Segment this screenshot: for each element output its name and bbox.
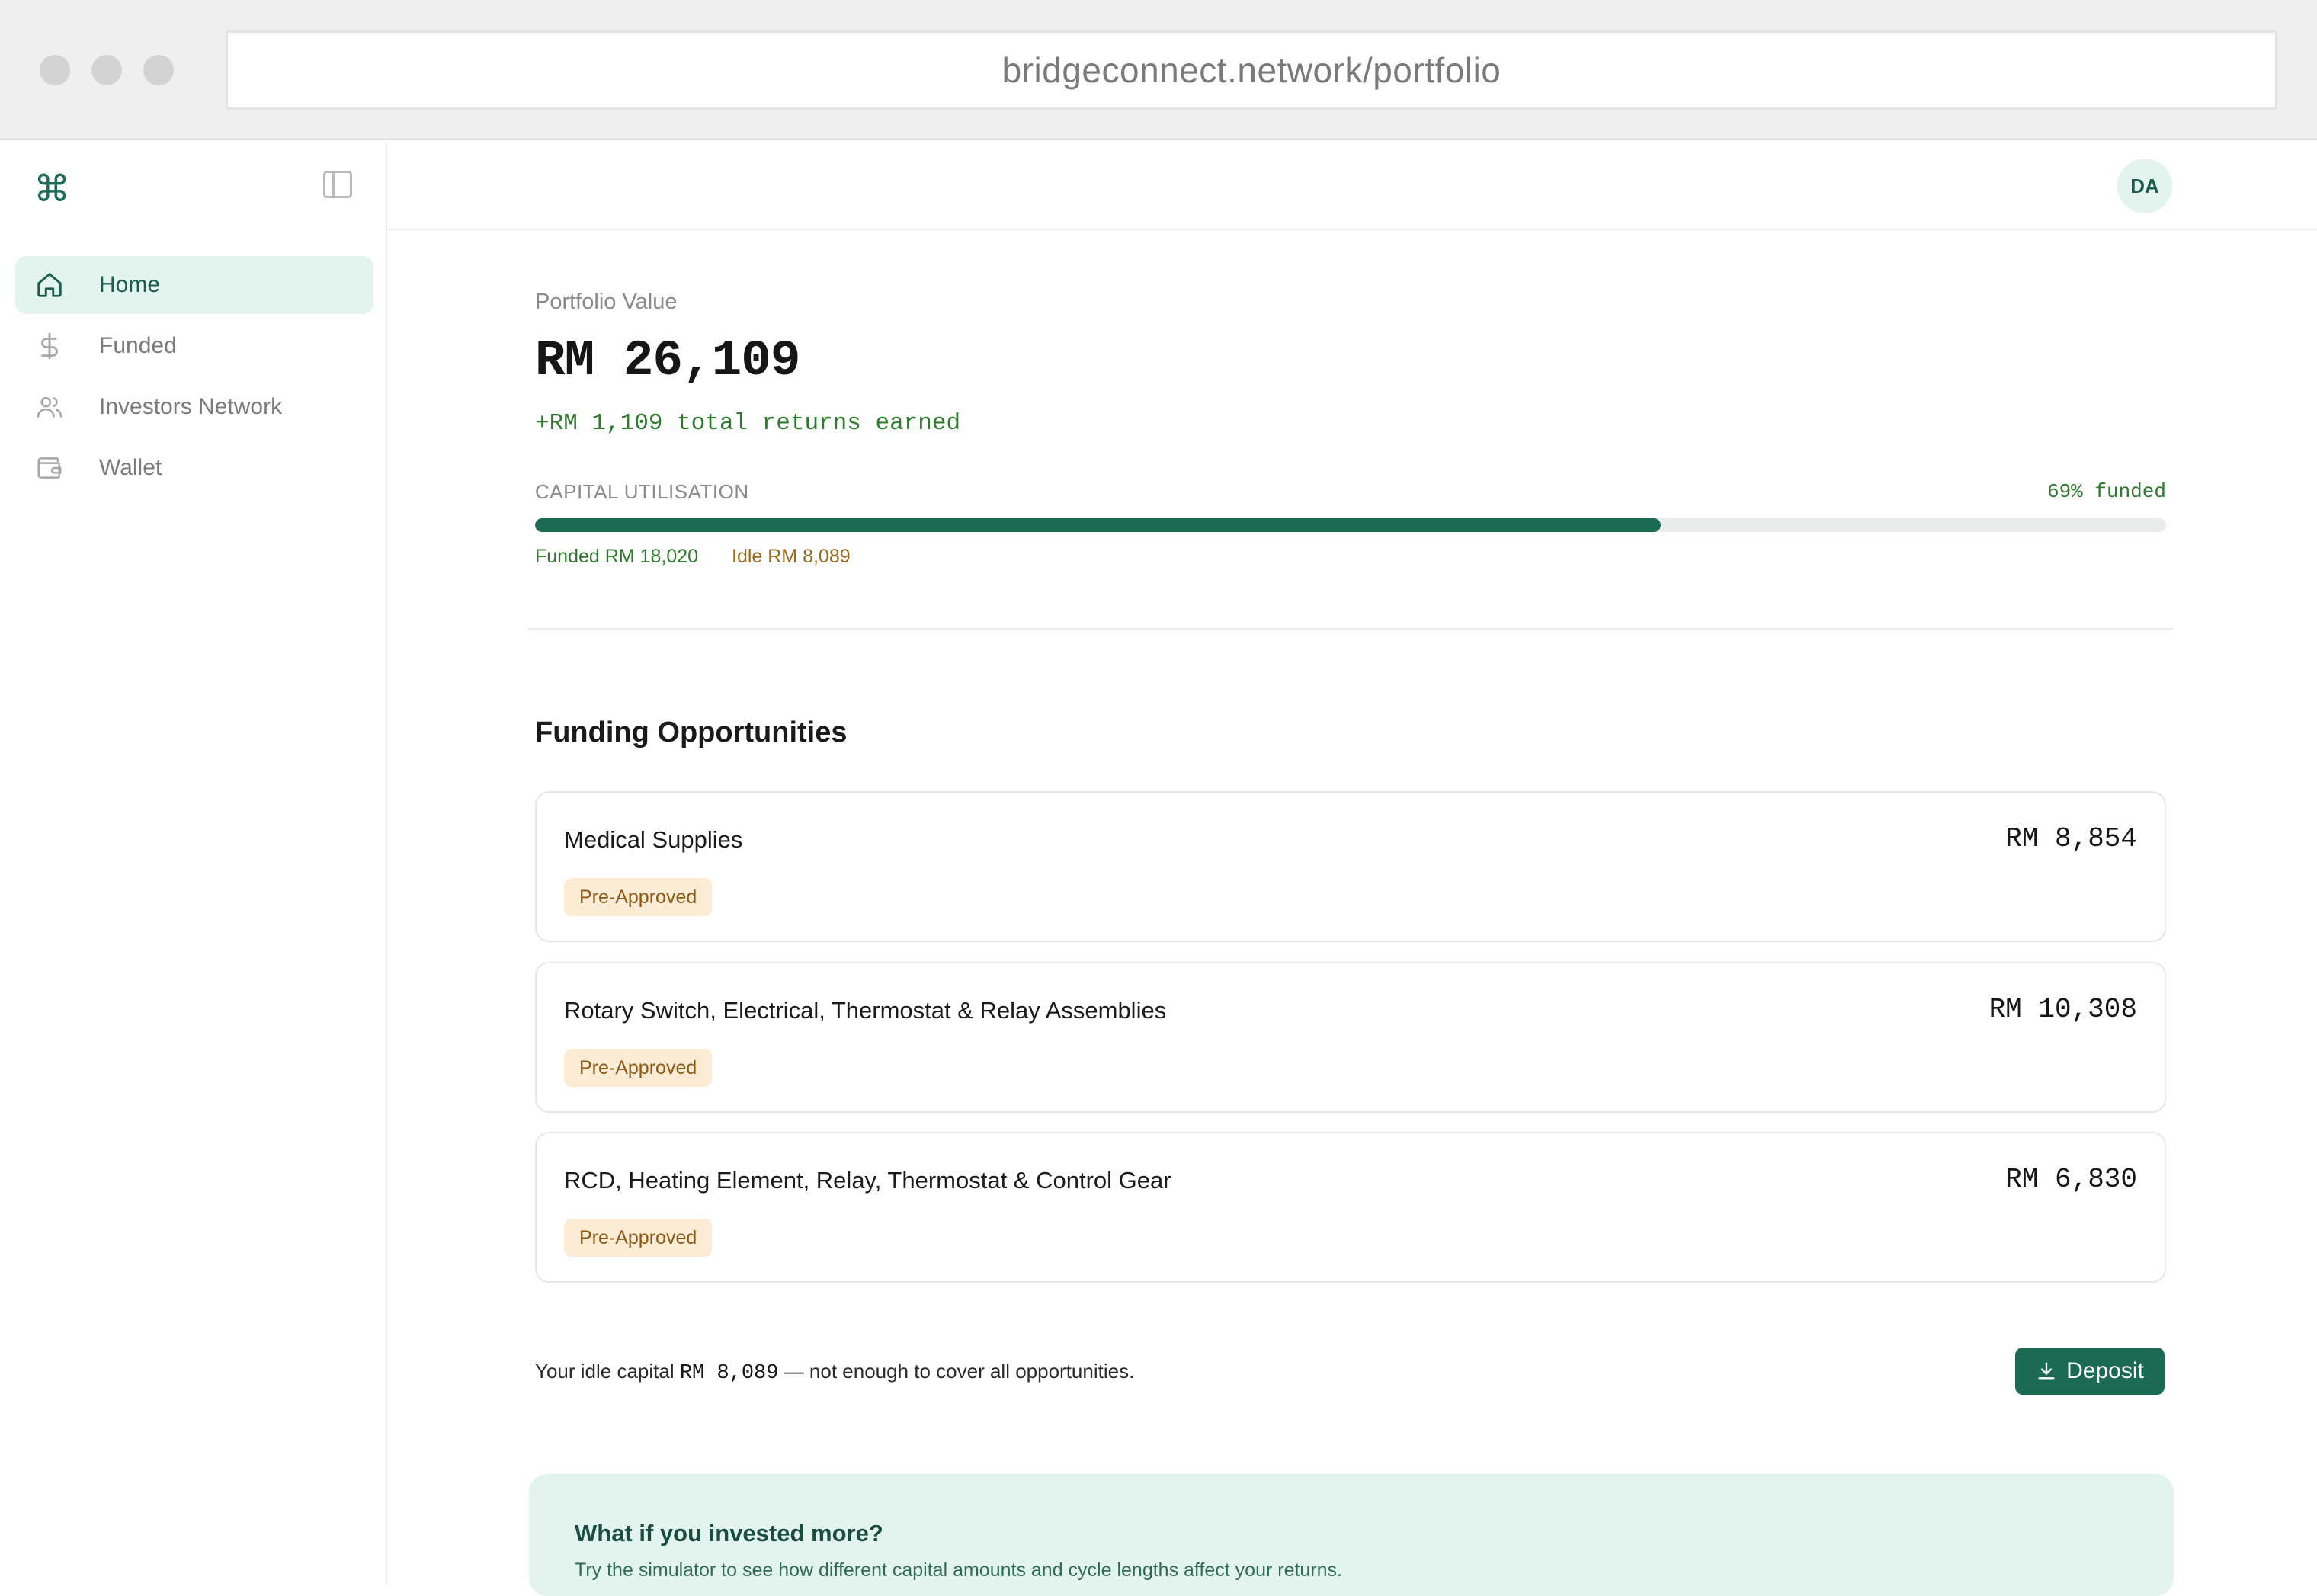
sidebar-item-wallet[interactable]: Wallet (15, 439, 373, 497)
window-close-button[interactable] (40, 55, 70, 85)
total-returns: +RM 1,109 total returns earned (535, 410, 961, 437)
top-header: DA (389, 142, 2317, 230)
portfolio-value-label: Portfolio Value (535, 290, 678, 314)
simulator-card[interactable]: What if you invested more? Try the simul… (529, 1474, 2174, 1596)
address-bar[interactable]: bridgeconnect.network/portfolio (226, 30, 2277, 110)
status-badge: Pre-Approved (564, 1219, 713, 1257)
wallet-icon (37, 457, 62, 479)
section-title: Funding Opportunities (535, 716, 848, 748)
opportunity-card[interactable]: Rotary Switch, Electrical, Thermostat & … (535, 962, 2166, 1113)
sidebar-item-label: Wallet (99, 455, 162, 480)
deposit-button[interactable]: Deposit (2015, 1348, 2165, 1395)
sidebar-item-funded[interactable]: Funded (15, 317, 373, 375)
capital-utilisation-fill (535, 518, 1661, 532)
deposit-button-label: Deposit (2066, 1358, 2144, 1383)
sidebar-item-label: Investors Network (99, 394, 283, 419)
opportunity-name: Rotary Switch, Electrical, Thermostat & … (564, 997, 1167, 1024)
opportunity-card[interactable]: Medical Supplies RM 8,854 Pre-Approved (535, 791, 2166, 942)
users-icon (37, 396, 62, 418)
sidebar-item-home[interactable]: Home (15, 256, 373, 314)
funded-percent: 69% funded (2046, 480, 2166, 503)
simulator-description: Try the simulator to see how different c… (575, 1559, 1342, 1581)
capital-utilisation-bar (535, 518, 2166, 532)
sidebar-toggle-icon[interactable] (323, 171, 352, 198)
sidebar: ⌘ Home Funded Investors Network Wallet (0, 142, 387, 1585)
opportunity-name: Medical Supplies (564, 826, 743, 853)
idle-note-prefix: Your idle capital (535, 1360, 680, 1383)
divider (527, 628, 2174, 630)
url-text: bridgeconnect.network/portfolio (1001, 50, 1501, 90)
sidebar-item-label: Home (99, 272, 161, 297)
simulator-title: What if you invested more? (575, 1520, 883, 1546)
command-icon[interactable]: ⌘ (34, 166, 70, 212)
idle-note-amount: RM 8,089 (679, 1362, 779, 1385)
download-icon (2038, 1362, 2055, 1380)
sidebar-item-investors-network[interactable]: Investors Network (15, 378, 373, 436)
sidebar-item-label: Funded (99, 333, 177, 358)
window-maximize-button[interactable] (143, 55, 174, 85)
browser-toolbar: bridgeconnect.network/portfolio (0, 0, 2317, 140)
opportunity-amount: RM 6,830 (2005, 1164, 2137, 1195)
portfolio-value: RM 26,109 (535, 332, 800, 389)
funded-amount: Funded RM 18,020 (535, 546, 699, 567)
idle-note-suffix: — not enough to cover all opportunities. (778, 1360, 1135, 1383)
opportunity-name: RCD, Heating Element, Relay, Thermostat … (564, 1167, 1171, 1194)
capital-utilisation-label: CAPITAL UTILISATION (535, 480, 749, 503)
opportunity-card[interactable]: RCD, Heating Element, Relay, Thermostat … (535, 1132, 2166, 1283)
status-badge: Pre-Approved (564, 878, 713, 916)
idle-amount: Idle RM 8,089 (732, 546, 851, 567)
home-icon (37, 273, 62, 297)
dollar-icon (41, 332, 58, 360)
window-minimize-button[interactable] (91, 55, 122, 85)
opportunity-amount: RM 10,308 (1989, 994, 2137, 1025)
status-badge: Pre-Approved (564, 1049, 713, 1087)
opportunity-amount: RM 8,854 (2005, 823, 2137, 854)
idle-capital-note: Your idle capital RM 8,089 — not enough … (535, 1360, 1134, 1385)
avatar[interactable]: DA (2117, 159, 2172, 213)
